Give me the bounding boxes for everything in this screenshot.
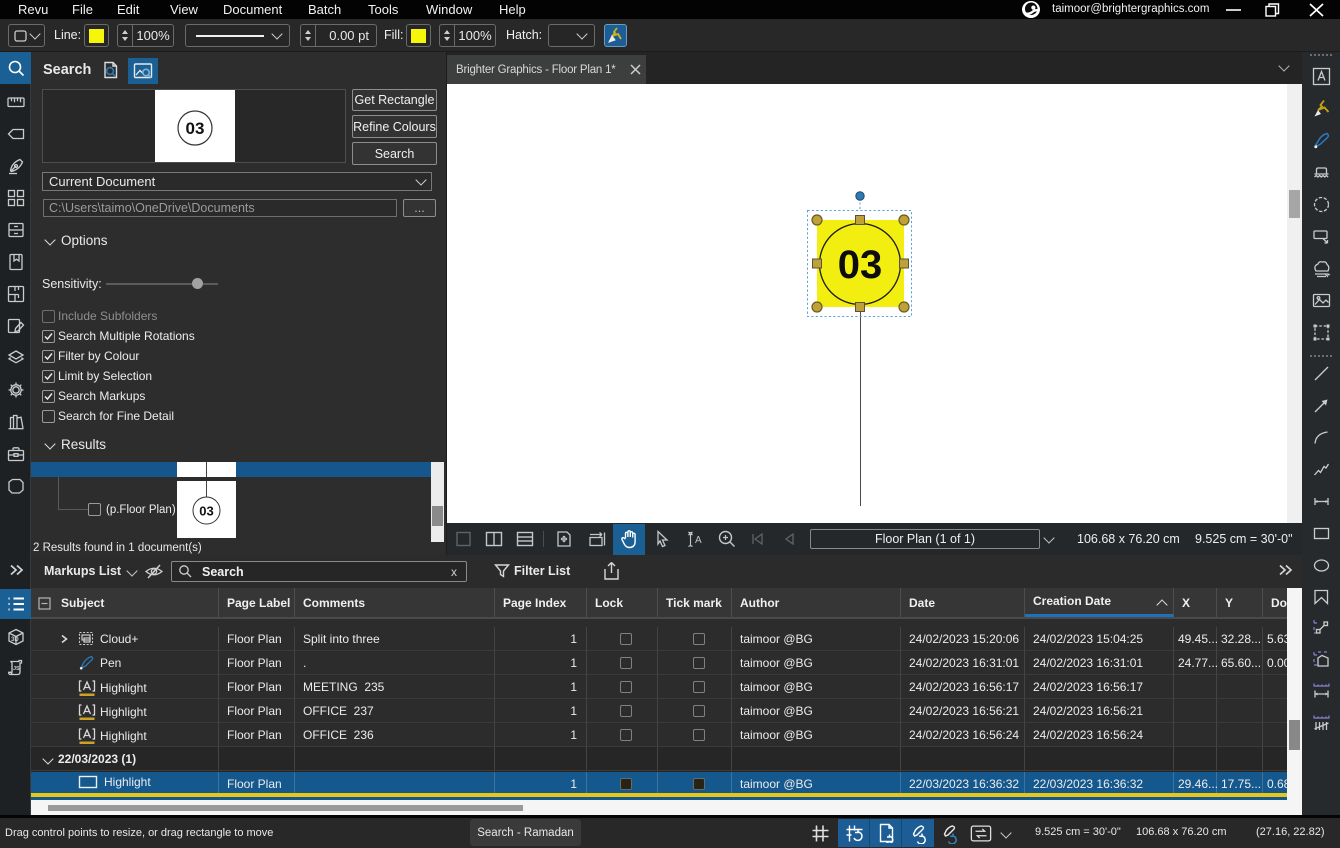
svg-text:03: 03: [186, 119, 205, 138]
svg-text:3D: 3D: [11, 637, 19, 643]
svg-text:03: 03: [199, 504, 213, 519]
svg-text:JS: JS: [13, 666, 20, 672]
svg-text:A: A: [695, 535, 702, 546]
